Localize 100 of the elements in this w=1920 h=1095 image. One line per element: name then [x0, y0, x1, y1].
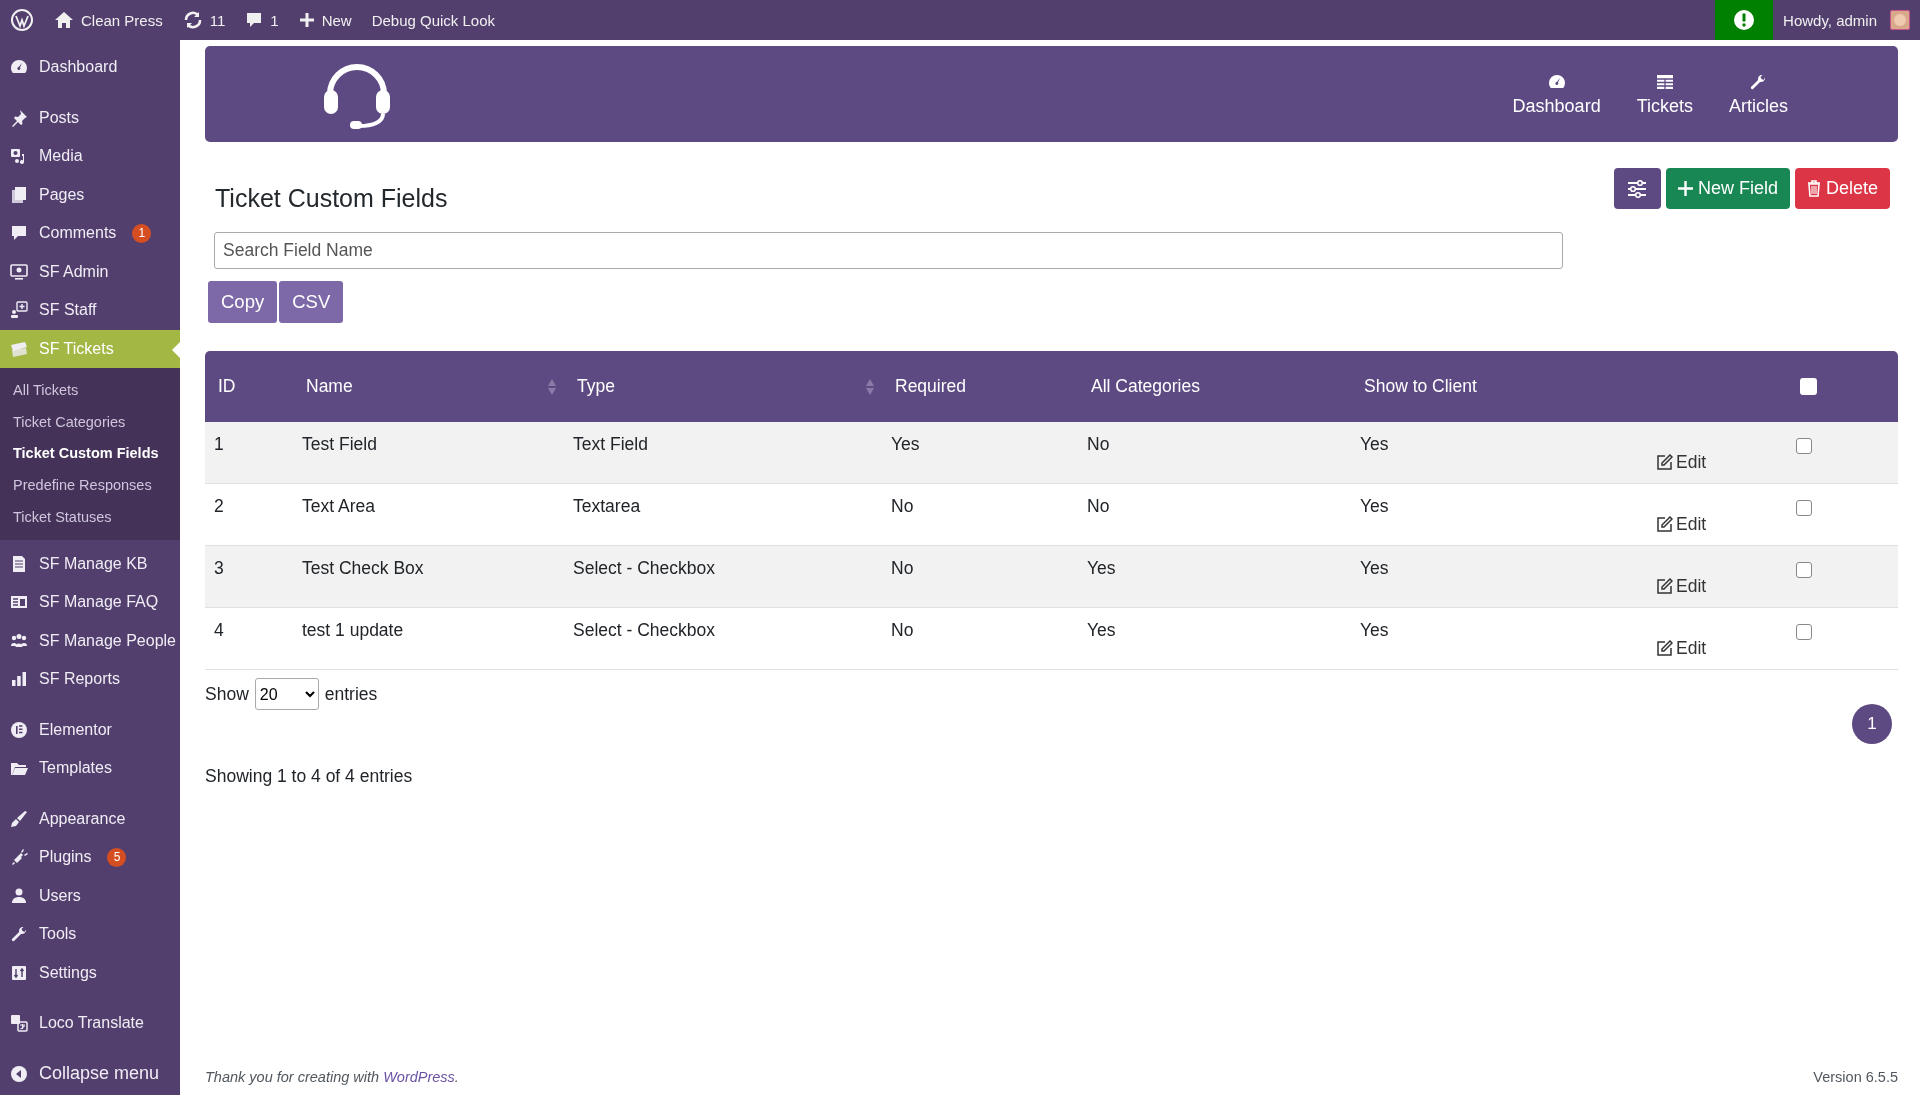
menu-label: Plugins [39, 848, 92, 867]
new-field-button[interactable]: New Field [1665, 168, 1790, 209]
menu-label: SF Staff [39, 301, 97, 320]
table-cell: No [1087, 496, 1110, 516]
wordpress-link[interactable]: WordPress [383, 1069, 455, 1085]
entries-label: entries [324, 683, 378, 705]
page-button[interactable]: 1 [1852, 704, 1892, 744]
wordpress-logo[interactable] [10, 8, 34, 32]
menu-item[interactable]: Collapse menu [0, 1054, 180, 1093]
menu-item[interactable]: Media [0, 137, 180, 176]
count-badge: 1 [132, 223, 152, 243]
table-cell: Select - Checkbox [573, 620, 715, 640]
submenu-item[interactable]: Ticket Custom Fields [0, 437, 180, 470]
refresh-icon [182, 11, 203, 29]
edit-link[interactable]: Edit [1656, 496, 1707, 535]
column-header: Show to Client [1363, 376, 1478, 397]
collapse-icon [9, 1063, 29, 1084]
table-cell: Yes [1087, 558, 1116, 578]
menu-label: Users [39, 886, 81, 905]
comments-link[interactable]: 1 [235, 0, 289, 40]
menu-label: Dashboard [39, 58, 118, 77]
edit-link[interactable]: Edit [1656, 620, 1707, 659]
page-size-select[interactable]: 20 [254, 678, 319, 710]
menu-label: SF Manage KB [39, 554, 148, 573]
menu-item[interactable]: Appearance [0, 799, 180, 838]
row-checkbox[interactable] [1796, 438, 1812, 454]
table-cell: 2 [214, 496, 224, 516]
delete-button[interactable]: Delete [1794, 168, 1890, 209]
site-name-link[interactable]: Clean Press [44, 0, 173, 40]
edit-link[interactable]: Edit [1656, 558, 1707, 597]
menu-item[interactable]: SF Manage FAQ [0, 582, 180, 622]
menu-item[interactable]: Loco Translate [0, 1003, 180, 1043]
edit-icon [1656, 516, 1673, 533]
new-link[interactable]: New [288, 0, 362, 40]
menu-item[interactable]: Comments 1 [0, 214, 180, 253]
settings-button[interactable] [1613, 168, 1661, 209]
export-button[interactable]: Copy [208, 281, 278, 323]
menu-item[interactable]: Settings [0, 953, 180, 992]
avatar [1890, 10, 1910, 30]
menu-label: Media [39, 147, 83, 166]
submenu-item[interactable]: Ticket Statuses [0, 500, 180, 533]
table-cell: Test Check Box [302, 558, 424, 578]
row-checkbox[interactable] [1796, 500, 1812, 516]
menu-item[interactable]: Templates [0, 748, 180, 788]
menu-item[interactable]: Users [0, 876, 180, 915]
plus-icon [1677, 181, 1693, 196]
menu-item[interactable]: Posts [0, 98, 180, 137]
debug-link[interactable]: Debug Quick Look [371, 11, 496, 29]
export-button[interactable]: CSV [279, 281, 344, 323]
plus-icon [298, 12, 315, 28]
menu-label: Tools [39, 925, 77, 944]
edit-icon [1656, 640, 1673, 657]
menu-item[interactable]: Dashboard [0, 48, 180, 87]
trash-icon [1806, 180, 1821, 197]
row-checkbox[interactable] [1796, 562, 1812, 578]
column-header[interactable]: Name [293, 376, 564, 397]
account-menu[interactable]: Howdy, admin [1773, 0, 1920, 40]
pages-icon [9, 184, 29, 205]
sort-icon[interactable] [866, 378, 874, 395]
menu-item[interactable]: Tools [0, 914, 180, 954]
menu-item[interactable]: Plugins 5 [0, 837, 180, 877]
row-checkbox[interactable] [1796, 624, 1812, 640]
column-header[interactable]: Type [564, 376, 882, 397]
select-all-checkbox[interactable] [1800, 378, 1817, 395]
page-title: Ticket Custom Fields [215, 184, 449, 213]
home-icon [54, 11, 74, 29]
count-badge: 5 [107, 847, 127, 867]
elementor-icon [9, 719, 29, 740]
menu-item[interactable]: SF Manage People [0, 621, 180, 660]
menu-item[interactable]: SF Admin [0, 252, 180, 291]
menu-label: SF Manage FAQ [39, 593, 159, 612]
updates-link[interactable]: 11 [172, 0, 236, 40]
table-cell: 3 [214, 558, 224, 578]
search-field[interactable]: Search Field Name [214, 232, 1563, 269]
menu-label: Elementor [39, 720, 112, 739]
footer-credit: Thank you for creating with WordPress. [205, 1069, 459, 1085]
sort-icon[interactable] [548, 378, 556, 395]
new-label: New [321, 11, 352, 29]
column-header: ID [217, 376, 237, 397]
menu-item[interactable]: SF Manage KB [0, 544, 180, 583]
table-cell: Textarea [573, 496, 641, 516]
table-cell: Yes [891, 434, 920, 454]
nav-link[interactable]: Dashboard [1512, 71, 1601, 117]
menu-label: Posts [39, 108, 79, 127]
submenu-item[interactable]: Ticket Categories [0, 405, 180, 438]
submenu-item[interactable]: Predefine Responses [0, 469, 180, 501]
menu-item[interactable]: Elementor [0, 710, 180, 749]
warning-icon[interactable] [1733, 9, 1756, 31]
entries-info: Showing 1 to 4 of 4 entries [205, 766, 414, 787]
menu-item[interactable]: SF Staff [0, 291, 180, 330]
menu-label: Appearance [39, 809, 126, 828]
nav-link[interactable]: Tickets [1636, 71, 1693, 117]
menu-item[interactable]: Pages [0, 175, 180, 214]
edit-link[interactable]: Edit [1656, 434, 1707, 473]
submenu-item[interactable]: All Tickets [0, 374, 180, 406]
monitor-icon [9, 261, 29, 282]
table-cell: No [891, 496, 914, 516]
menu-item[interactable]: SF Reports [0, 659, 180, 699]
table-cell: test 1 update [302, 620, 404, 640]
nav-link[interactable]: Articles [1729, 71, 1788, 117]
